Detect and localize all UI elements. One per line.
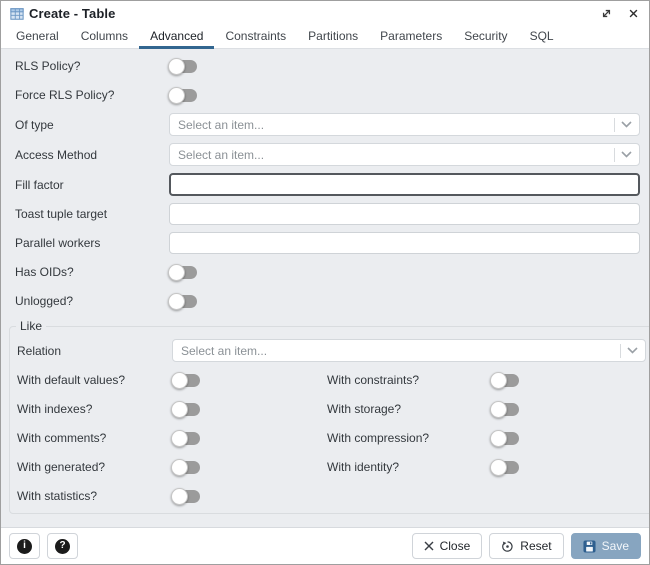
has-oids-toggle[interactable] [168,263,197,281]
help-icon: ? [55,538,70,554]
tab-advanced[interactable]: Advanced [139,26,215,49]
with-identity-toggle[interactable] [490,458,519,476]
of-type-label: Of type [15,117,54,132]
relation-label: Relation [17,343,62,358]
save-button-label: Save [601,539,629,553]
fill-factor-input[interactable] [169,173,640,196]
access-method-label: Access Method [15,147,98,162]
with-indexes-toggle[interactable] [171,400,200,418]
dialog-titlebar: Create - Table [1,1,649,26]
relation-select[interactable]: Select an item... [172,339,646,362]
tab-security[interactable]: Security [453,26,518,49]
close-icon[interactable] [627,8,639,20]
tab-columns[interactable]: Columns [70,26,139,49]
has-oids-label: Has OIDs? [15,265,74,279]
with-comments-label: With comments? [17,431,107,445]
toggle-knob [490,371,507,389]
toggle-knob [490,400,507,418]
select-separator [620,343,621,358]
with-generated-toggle[interactable] [171,458,200,476]
toggle-knob [171,400,188,418]
rls-policy-label: RLS Policy? [15,59,81,73]
chevron-down-icon [621,121,632,128]
like-section: Like Relation Select an item... With def… [9,319,649,514]
toggle-knob [168,263,185,281]
unlogged-label: Unlogged? [15,294,74,308]
with-default-values-toggle[interactable] [171,371,200,389]
with-compression-label: With compression? [327,431,430,445]
with-default-values-label: With default values? [17,373,126,387]
info-icon: i [17,538,32,554]
toggle-knob [171,371,188,389]
chevron-down-icon [621,151,632,158]
dialog-title: Create - Table [29,6,116,21]
save-floppy-icon [583,539,596,553]
parallel-workers-label: Parallel workers [15,236,101,250]
select-separator [614,147,615,162]
reset-button[interactable]: Reset [489,533,564,559]
with-compression-toggle[interactable] [490,429,519,447]
with-statistics-label: With statistics? [17,489,98,503]
with-comments-toggle[interactable] [171,429,200,447]
save-button[interactable]: Save [570,533,641,559]
tab-general[interactable]: General [5,26,70,49]
select-placeholder: Select an item... [178,147,265,162]
unlogged-toggle[interactable] [168,292,197,310]
toggle-knob [490,458,507,476]
with-identity-label: With identity? [327,460,400,474]
with-statistics-toggle[interactable] [171,487,200,505]
with-indexes-label: With indexes? [17,402,93,416]
with-storage-label: With storage? [327,402,402,416]
dialog-footer: i ? Close Reset Save [1,527,649,564]
dialog-tabs: General Columns Advanced Constraints Par… [1,26,649,49]
toggle-knob [490,429,507,447]
force-rls-policy-label: Force RLS Policy? [15,88,115,102]
access-method-select[interactable]: Select an item... [169,143,640,166]
with-generated-label: With generated? [17,460,106,474]
select-placeholder: Select an item... [181,343,268,358]
help-button[interactable]: ? [47,533,78,559]
select-separator [614,117,615,132]
fill-factor-label: Fill factor [15,177,64,192]
advanced-tab-panel: RLS Policy? Force RLS Policy? Of type Se… [1,49,649,527]
select-placeholder: Select an item... [178,117,265,132]
tab-sql[interactable]: SQL [519,26,565,49]
reset-icon [501,540,514,553]
with-constraints-label: With constraints? [327,373,420,387]
close-x-icon [424,541,434,551]
toggle-knob [168,292,185,310]
toast-tuple-target-label: Toast tuple target [15,207,108,221]
force-rls-policy-toggle[interactable] [168,86,197,104]
chevron-down-icon [627,347,638,354]
toggle-knob [171,429,188,447]
toggle-knob [168,86,185,104]
parallel-workers-input[interactable] [169,232,640,254]
tab-constraints[interactable]: Constraints [214,26,297,49]
rls-policy-toggle[interactable] [168,57,197,75]
of-type-select[interactable]: Select an item... [169,113,640,136]
reset-button-label: Reset [520,539,552,553]
tab-partitions[interactable]: Partitions [297,26,369,49]
with-constraints-toggle[interactable] [490,371,519,389]
toggle-knob [171,458,188,476]
like-section-legend: Like [20,319,43,333]
create-table-dialog: Create - Table General Columns Advanced … [0,0,650,565]
table-icon [10,7,24,21]
toast-tuple-target-input[interactable] [169,203,640,225]
sql-info-button[interactable]: i [9,533,40,559]
toggle-knob [171,487,188,505]
tab-parameters[interactable]: Parameters [369,26,453,49]
close-button-label: Close [439,539,471,553]
toggle-knob [168,57,185,75]
close-button[interactable]: Close [411,533,483,559]
with-storage-toggle[interactable] [490,400,519,418]
maximize-icon[interactable] [600,8,612,20]
